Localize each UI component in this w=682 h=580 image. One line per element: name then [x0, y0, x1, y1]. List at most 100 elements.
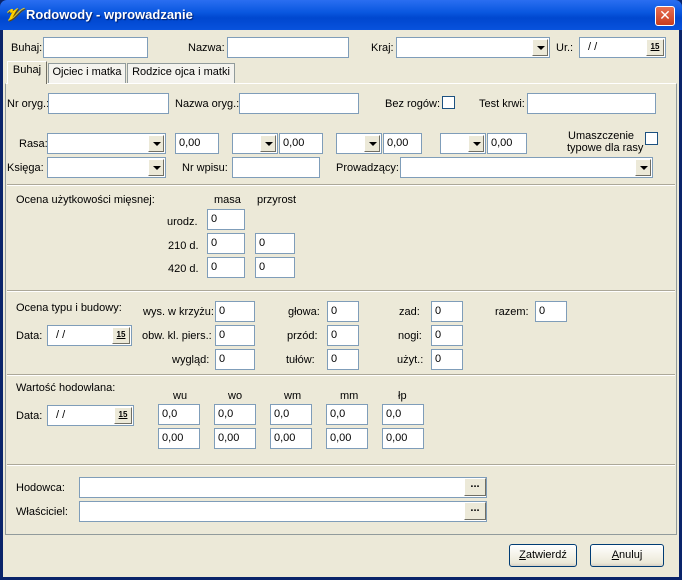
rasa-pct-2[interactable]: 0,00 — [279, 133, 323, 154]
wys-label: wys. w krzyżu: — [143, 306, 214, 318]
prowadzacy-label: Prowadzący: — [336, 162, 399, 174]
nazwa-oryg-input[interactable] — [239, 93, 359, 114]
uzyt-input[interactable]: 0 — [431, 349, 463, 370]
close-icon: ✕ — [659, 7, 671, 23]
d420-przyrost-input[interactable]: 0 — [255, 257, 295, 278]
wu-accuracy-input[interactable]: 0,00 — [158, 428, 200, 449]
ellipsis-icon: ... — [470, 478, 480, 490]
type-section-title: Ocena typu i budowy: — [16, 302, 122, 314]
d210-masa-input[interactable]: 0 — [207, 233, 245, 254]
rasa-select-2[interactable] — [232, 133, 278, 154]
chevron-down-icon[interactable] — [532, 39, 548, 56]
chevron-down-icon[interactable] — [364, 135, 380, 152]
wo-accuracy-input[interactable]: 0,00 — [214, 428, 256, 449]
razem-input[interactable]: 0 — [535, 301, 567, 322]
mm-accuracy-input[interactable]: 0,00 — [326, 428, 368, 449]
tulow-input[interactable]: 0 — [327, 349, 359, 370]
wo-value-input[interactable]: 0,0 — [214, 404, 256, 425]
przod-input[interactable]: 0 — [327, 325, 359, 346]
nogi-input[interactable]: 0 — [431, 325, 463, 346]
hodowca-browse-button[interactable]: ... — [464, 478, 486, 496]
urodz-masa-input[interactable]: 0 — [207, 209, 245, 230]
type-date-value: / / — [56, 329, 66, 341]
nr-oryg-label: Nr oryg.: — [7, 98, 50, 110]
rasa-select-4[interactable] — [440, 133, 486, 154]
glowa-input[interactable]: 0 — [327, 301, 359, 322]
wm-accuracy-input[interactable]: 0,00 — [270, 428, 312, 449]
tab-ojciec-i-matka[interactable]: Ojciec i matka — [48, 63, 126, 83]
rasa-label: Rasa: — [19, 138, 48, 150]
wyglad-input[interactable]: 0 — [215, 349, 255, 370]
nr-oryg-input[interactable] — [48, 93, 169, 114]
wyglad-label: wygląd: — [172, 354, 210, 366]
umaszczenie-checkbox[interactable] — [645, 132, 658, 145]
nazwa-input[interactable] — [227, 37, 349, 58]
close-button[interactable]: ✕ — [655, 6, 675, 26]
obw-input[interactable]: 0 — [215, 325, 255, 346]
chevron-down-icon[interactable] — [148, 135, 164, 152]
col-wu-label: wu — [173, 390, 188, 402]
row-210-label: 210 d. — [168, 240, 199, 252]
wys-input[interactable]: 0 — [215, 301, 255, 322]
umaszczenie-label-2: typowe dla rasy — [567, 142, 644, 154]
rasa-pct-4[interactable]: 0,00 — [487, 133, 527, 154]
row-420-label: 420 d. — [168, 263, 199, 275]
chevron-down-icon[interactable] — [468, 135, 484, 152]
nogi-label: nogi: — [398, 330, 422, 342]
confirm-button[interactable]: Zatwierdź — [509, 544, 577, 567]
test-krwi-label: Test krwi: — [479, 98, 525, 110]
rasa-select-3[interactable] — [336, 133, 382, 154]
bez-rogow-checkbox[interactable] — [442, 96, 455, 109]
ksiega-label: Księga: — [7, 162, 44, 174]
chevron-down-icon[interactable] — [148, 159, 164, 176]
rasa-select-1[interactable] — [47, 133, 166, 154]
chevron-down-icon[interactable] — [260, 135, 276, 152]
app-logo-icon: 𝒱 — [5, 5, 20, 25]
kraj-select[interactable] — [396, 37, 550, 58]
calendar-icon[interactable]: 15 — [112, 327, 130, 344]
col-wo-label: wo — [228, 390, 243, 402]
ur-date-field[interactable]: / / 15 — [579, 37, 666, 58]
rasa-pct-3[interactable]: 0,00 — [383, 133, 422, 154]
zad-label: zad: — [399, 306, 420, 318]
wlasciciel-browse-button[interactable]: ... — [464, 502, 486, 520]
nr-wpisu-input[interactable] — [232, 157, 320, 178]
breeding-date-field[interactable]: / / 15 — [47, 405, 134, 426]
cancel-button[interactable]: Anuluj — [590, 544, 664, 567]
tab-rodzice-ojca-i-matki[interactable]: Rodzice ojca i matki — [127, 63, 235, 83]
col-przyrost-label: przyrost — [257, 194, 297, 206]
wlasciciel-label: Właściciel: — [16, 506, 68, 518]
rasa-pct-1[interactable]: 0,00 — [175, 133, 219, 154]
mm-value-input[interactable]: 0,0 — [326, 404, 368, 425]
separator — [7, 184, 675, 186]
buhaj-label: Buhaj: — [11, 42, 43, 54]
hodowca-input[interactable] — [79, 477, 487, 498]
zad-input[interactable]: 0 — [431, 301, 463, 322]
wlasciciel-input[interactable] — [79, 501, 487, 522]
dialog-body: Buhaj: Nazwa: Kraj: Ur.: / / 15 Buhaj Ojc… — [3, 30, 679, 577]
tab-buhaj[interactable]: Buhaj — [7, 61, 47, 84]
breeding-data-label: Data: — [16, 410, 43, 422]
ksiega-select[interactable] — [47, 157, 166, 178]
calendar-icon[interactable]: 15 — [114, 407, 132, 424]
lp-value-input[interactable]: 0,0 — [382, 404, 424, 425]
test-krwi-input[interactable] — [527, 93, 656, 114]
buhaj-input[interactable] — [43, 37, 148, 58]
ellipsis-icon: ... — [470, 502, 480, 514]
separator — [7, 464, 675, 466]
wu-value-input[interactable]: 0,0 — [158, 404, 200, 425]
chevron-down-icon[interactable] — [635, 159, 651, 176]
breeding-section-title: Wartość hodowlana: — [16, 382, 116, 394]
row-urodz-label: urodz. — [167, 216, 198, 228]
lp-accuracy-input[interactable]: 0,00 — [382, 428, 424, 449]
wm-value-input[interactable]: 0,0 — [270, 404, 312, 425]
type-data-label: Data: — [16, 330, 43, 342]
calendar-icon[interactable]: 15 — [646, 39, 664, 56]
prowadzacy-select[interactable] — [400, 157, 653, 178]
obw-label: obw. kl. piers.: — [142, 330, 212, 342]
type-date-field[interactable]: / / 15 — [47, 325, 132, 346]
d210-przyrost-input[interactable]: 0 — [255, 233, 295, 254]
title-bar[interactable]: 𝒱 Rodowody - wprowadzanie ✕ — [0, 0, 682, 30]
bez-rogow-label: Bez rogów: — [385, 98, 441, 110]
d420-masa-input[interactable]: 0 — [207, 257, 245, 278]
